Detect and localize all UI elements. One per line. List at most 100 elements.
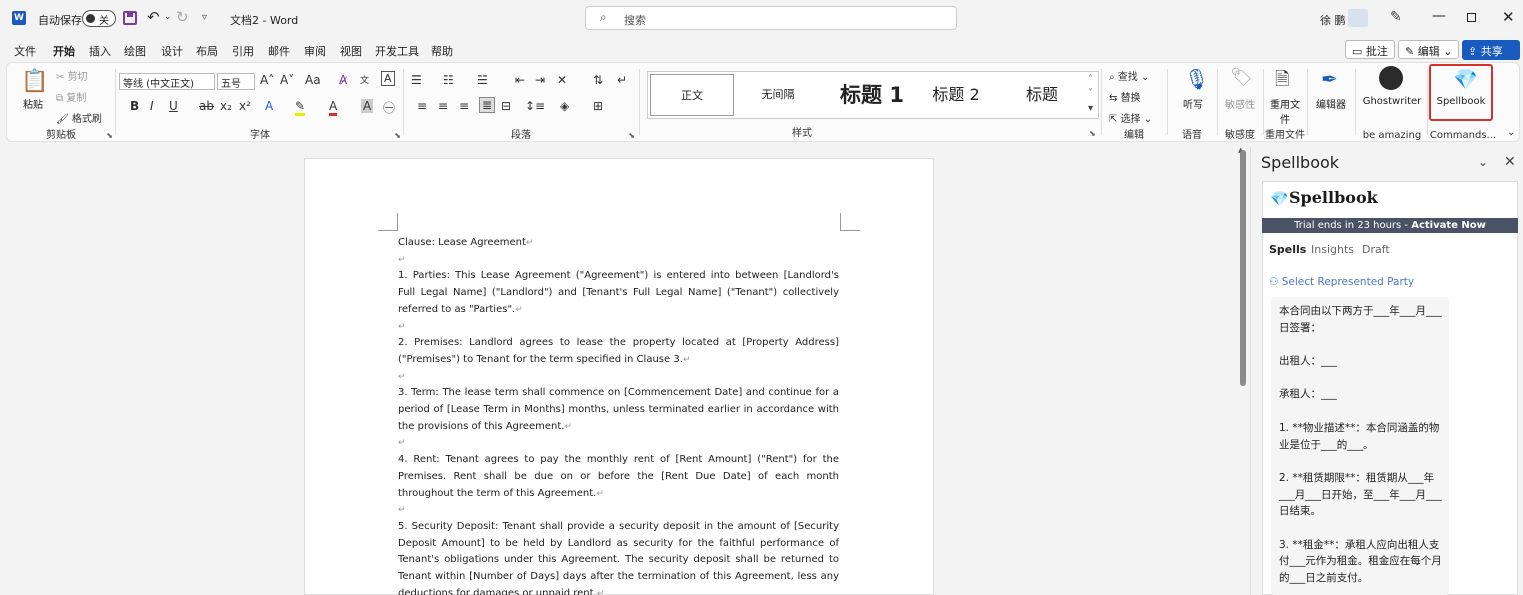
tab-file[interactable]: 文件 (14, 43, 36, 59)
styles-scroll-down-icon[interactable]: ˅ (1088, 88, 1093, 99)
doc-paragraph[interactable]: ↵ (398, 252, 839, 269)
styles-scroll-up-icon[interactable]: ˄ (1088, 74, 1093, 85)
save-icon[interactable] (123, 11, 137, 25)
editor-button-label[interactable]: 编辑器 (1315, 96, 1347, 111)
spellbook-output[interactable]: 本合同由以下两方于___年___月___日签署： 出租人：___ 承租人：___… (1271, 297, 1449, 595)
reuse-button-label[interactable]: 重用文件 (1267, 96, 1303, 126)
align-right-icon[interactable]: ≡ (459, 99, 469, 113)
decrease-indent-icon[interactable]: ⇤ (515, 73, 525, 87)
tab-help[interactable]: 帮助 (431, 43, 453, 59)
highlight-icon[interactable]: ✎ (295, 99, 306, 116)
tab-references[interactable]: 引用 (232, 43, 254, 59)
tab-layout[interactable]: 布局 (196, 43, 218, 59)
align-center-icon[interactable]: ≡ (438, 99, 448, 113)
shading-icon[interactable]: ◈ (560, 99, 569, 113)
doc-paragraph[interactable]: 1. Parties: This Lease Agreement ("Agree… (398, 268, 839, 318)
pen-icon[interactable]: ✎ (1390, 9, 1402, 25)
char-border-icon[interactable]: A (381, 71, 395, 86)
copy-button[interactable]: ⧉ 复制 (56, 89, 86, 104)
superscript-icon[interactable]: x² (239, 99, 251, 113)
doc-paragraph[interactable]: ↵ (398, 502, 839, 519)
cut-button[interactable]: ✂ 剪切 (56, 68, 88, 83)
paste-label[interactable]: 粘贴 (21, 96, 45, 111)
avatar[interactable] (1348, 9, 1368, 27)
reuse-files-icon[interactable]: 🗎 (1275, 67, 1289, 97)
maximize-icon[interactable] (1467, 13, 1476, 22)
tab-insert[interactable]: 插入 (89, 43, 111, 59)
font-name-select[interactable]: 等线 (中文正文) (119, 73, 215, 90)
tab-developer[interactable]: 开发工具 (375, 43, 419, 59)
share-button[interactable]: ⇪ 共享 ⌄ (1462, 40, 1520, 72)
doc-paragraph[interactable]: ↵ (398, 435, 839, 452)
justify-icon[interactable]: ≣ (479, 97, 496, 113)
select-button[interactable]: ⇱ 选择 ⌄ (1109, 110, 1152, 125)
pane-options-icon[interactable]: ⌄ (1478, 155, 1488, 169)
italic-icon[interactable]: I (150, 99, 154, 113)
microphone-icon[interactable]: 🎙 (1184, 67, 1209, 91)
tab-mailings[interactable]: 邮件 (268, 43, 290, 59)
ghostwriter-button-label[interactable]: Ghostwriter (1357, 96, 1427, 107)
tab-insights[interactable]: Insights (1311, 243, 1354, 256)
font-size-select[interactable]: 五号 (217, 73, 255, 90)
grow-font-icon[interactable]: A˄ (260, 73, 274, 87)
tab-review[interactable]: 审阅 (304, 43, 326, 59)
style-normal[interactable]: 正文 (650, 74, 734, 116)
replace-button[interactable]: ⇆ 替换 (1109, 89, 1141, 104)
style-title[interactable]: 标题 (1000, 74, 1084, 116)
ghostwriter-icon[interactable] (1379, 66, 1403, 90)
change-case-icon[interactable]: Aa (305, 73, 321, 87)
font-color-icon[interactable]: A (329, 99, 338, 116)
doc-paragraph[interactable]: 2. Premises: Landlord agrees to lease th… (398, 335, 839, 368)
editing-mode-button[interactable]: ✎ 编辑 ⌄ (1398, 40, 1460, 59)
enclose-char-icon[interactable]: ㊀ (383, 99, 395, 116)
char-shading-icon[interactable]: A (361, 99, 374, 113)
scrollbar-thumb[interactable] (1240, 150, 1246, 386)
minimize-icon[interactable]: — (1432, 8, 1446, 24)
select-party-link[interactable]: ⚇ Select Represented Party (1269, 276, 1414, 288)
undo-dropdown-icon[interactable]: ⌄ (164, 12, 172, 22)
undo-icon[interactable]: ↶ (147, 8, 160, 26)
sensitivity-icon[interactable]: 🏷 (1230, 67, 1253, 88)
tab-design[interactable]: 设计 (161, 43, 183, 59)
dictate-label[interactable]: 听写 (1173, 96, 1213, 111)
activate-now-link[interactable]: Activate Now (1411, 220, 1486, 231)
doc-paragraph[interactable]: 3. Term: The lease term shall commence o… (398, 385, 839, 435)
style-heading-2[interactable]: 标题 2 (914, 74, 998, 116)
borders-icon[interactable]: ⊞ (593, 99, 603, 113)
underline-icon[interactable]: U (169, 99, 178, 113)
strikethrough-icon[interactable]: ab (199, 99, 214, 113)
font-dialog-launcher-icon[interactable]: ⬊ (394, 131, 401, 140)
clipboard-dialog-launcher-icon[interactable]: ⬊ (106, 131, 113, 140)
paste-icon[interactable]: 📋 (21, 69, 48, 94)
bold-icon[interactable]: B (130, 99, 139, 113)
line-spacing-icon[interactable]: ↕≡ (525, 99, 545, 113)
tab-spells[interactable]: Spells (1269, 243, 1306, 256)
redo-icon[interactable]: ↻ (176, 8, 189, 26)
multilevel-list-icon[interactable]: ☱ (477, 73, 488, 87)
doc-paragraph[interactable]: ↵ (398, 319, 839, 336)
shrink-font-icon[interactable]: A˅ (280, 73, 294, 87)
bullets-icon[interactable]: ☰ (411, 73, 422, 87)
text-effects-icon[interactable]: A (265, 99, 273, 113)
doc-paragraph[interactable]: ↵ (398, 369, 839, 386)
clear-formatting-icon[interactable]: A̷ (339, 73, 347, 87)
phonetic-guide-icon[interactable]: 文 (360, 73, 369, 86)
tab-draft[interactable]: Draft (1362, 243, 1390, 256)
distributed-icon[interactable]: ⊟ (501, 99, 511, 113)
find-button[interactable]: ⌕ 查找 ⌄ (1109, 68, 1149, 83)
chinese-layout-icon[interactable]: ✕ (557, 73, 567, 87)
paragraph-dialog-launcher-icon[interactable]: ⬊ (628, 131, 635, 140)
comments-button[interactable]: ▭ 批注 (1345, 40, 1395, 59)
tab-view[interactable]: 视图 (340, 43, 362, 59)
style-heading-1[interactable]: 标题 1 (822, 74, 922, 116)
format-painter-button[interactable]: 🖌 格式刷 (56, 110, 102, 125)
align-left-icon[interactable]: ≡ (417, 99, 427, 113)
tab-draw[interactable]: 绘图 (124, 43, 146, 59)
increase-indent-icon[interactable]: ⇥ (535, 73, 545, 87)
autosave-toggle[interactable]: 关 (82, 10, 116, 27)
customize-qat-icon[interactable]: ▿ (202, 12, 207, 23)
doc-paragraph[interactable]: Clause: Lease Agreement↵ (398, 235, 839, 252)
tab-home[interactable]: 开始 (53, 43, 75, 64)
styles-more-icon[interactable]: ▾ (1088, 103, 1093, 114)
subscript-icon[interactable]: x₂ (220, 99, 232, 113)
